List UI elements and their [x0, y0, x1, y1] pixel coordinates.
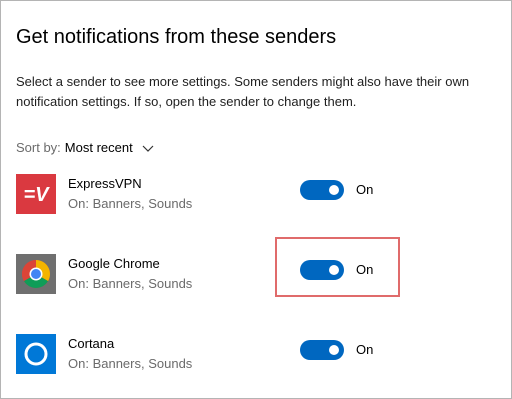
sender-name: Google Chrome: [68, 256, 160, 271]
sender-detail: On: Banners, Sounds: [68, 276, 193, 291]
sender-row-cortana[interactable]: Cortana On: Banners, Sounds On: [0, 334, 510, 394]
page-title: Get notifications from these senders: [16, 26, 337, 48]
sender-detail: On: Banners, Sounds: [68, 196, 193, 211]
page-description: Select a sender to see more settings. So…: [16, 74, 470, 109]
sender-row-google-chrome[interactable]: Google Chrome On: Banners, Sounds On: [0, 254, 510, 314]
cortana-icon: [16, 334, 56, 374]
toggle-knob: [329, 185, 339, 195]
sender-row-expressvpn[interactable]: =V ExpressVPN On: Banners, Sounds On: [0, 174, 510, 234]
sender-name: Cortana: [68, 336, 115, 351]
expressvpn-icon: =V: [16, 174, 56, 214]
sort-label: Sort by:: [16, 140, 61, 155]
notification-toggle[interactable]: [300, 180, 344, 200]
toggle-state: On: [356, 182, 374, 197]
sort-dropdown[interactable]: Sort by: Most recent: [16, 140, 155, 155]
sort-value[interactable]: Most recent: [65, 140, 133, 155]
sender-detail: On: Banners, Sounds: [68, 356, 193, 371]
svg-text:=V: =V: [23, 184, 50, 206]
toggle-state: On: [356, 342, 374, 357]
notification-toggle[interactable]: [300, 340, 344, 360]
sender-name: ExpressVPN: [68, 176, 142, 191]
toggle-knob: [329, 345, 339, 355]
highlight-box: [275, 237, 400, 297]
chrome-icon: [16, 254, 56, 294]
chevron-down-icon[interactable]: [141, 141, 155, 155]
